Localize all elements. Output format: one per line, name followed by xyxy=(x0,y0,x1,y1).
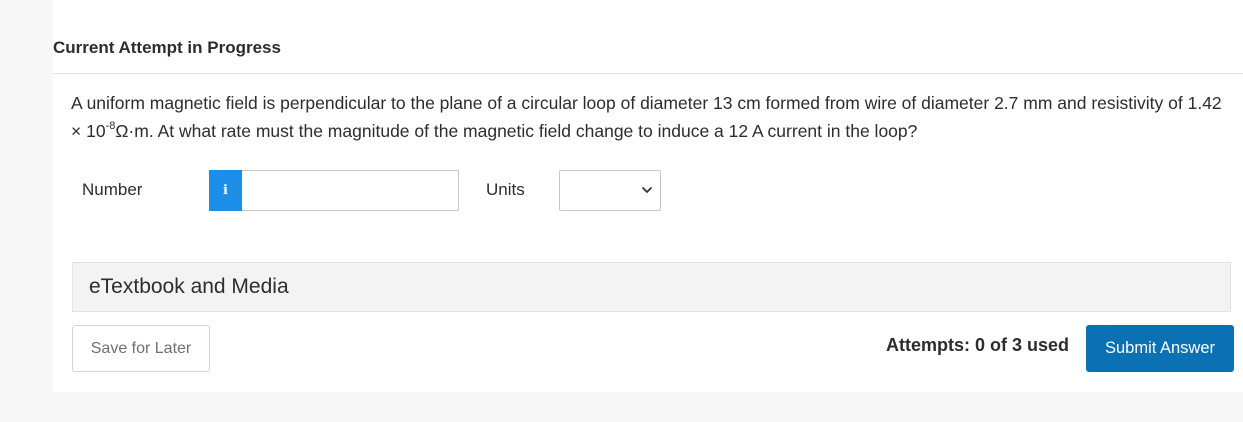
etextbook-media-label: eTextbook and Media xyxy=(89,275,289,298)
divider xyxy=(53,73,1243,74)
number-input[interactable] xyxy=(242,170,459,211)
units-select[interactable] xyxy=(559,170,661,211)
answer-row: Number i Units xyxy=(82,170,682,211)
attempts-counter: Attempts: 0 of 3 used xyxy=(886,335,1070,355)
etextbook-media-panel[interactable]: eTextbook and Media xyxy=(72,262,1231,312)
question-text-part2: Ω·m. At what rate must the magnitude of … xyxy=(115,121,918,141)
question-card: Current Attempt in Progress A uniform ma… xyxy=(53,0,1243,392)
question-text: A uniform magnetic field is perpendicula… xyxy=(71,89,1231,145)
attempt-heading: Current Attempt in Progress xyxy=(53,38,281,57)
chevron-down-icon xyxy=(642,187,652,193)
units-label: Units xyxy=(486,180,525,199)
info-icon[interactable]: i xyxy=(209,170,242,211)
save-for-later-button[interactable]: Save for Later xyxy=(72,325,210,372)
submit-answer-button[interactable]: Submit Answer xyxy=(1086,325,1234,372)
question-exponent: -8 xyxy=(105,120,116,133)
number-label: Number xyxy=(82,180,143,199)
